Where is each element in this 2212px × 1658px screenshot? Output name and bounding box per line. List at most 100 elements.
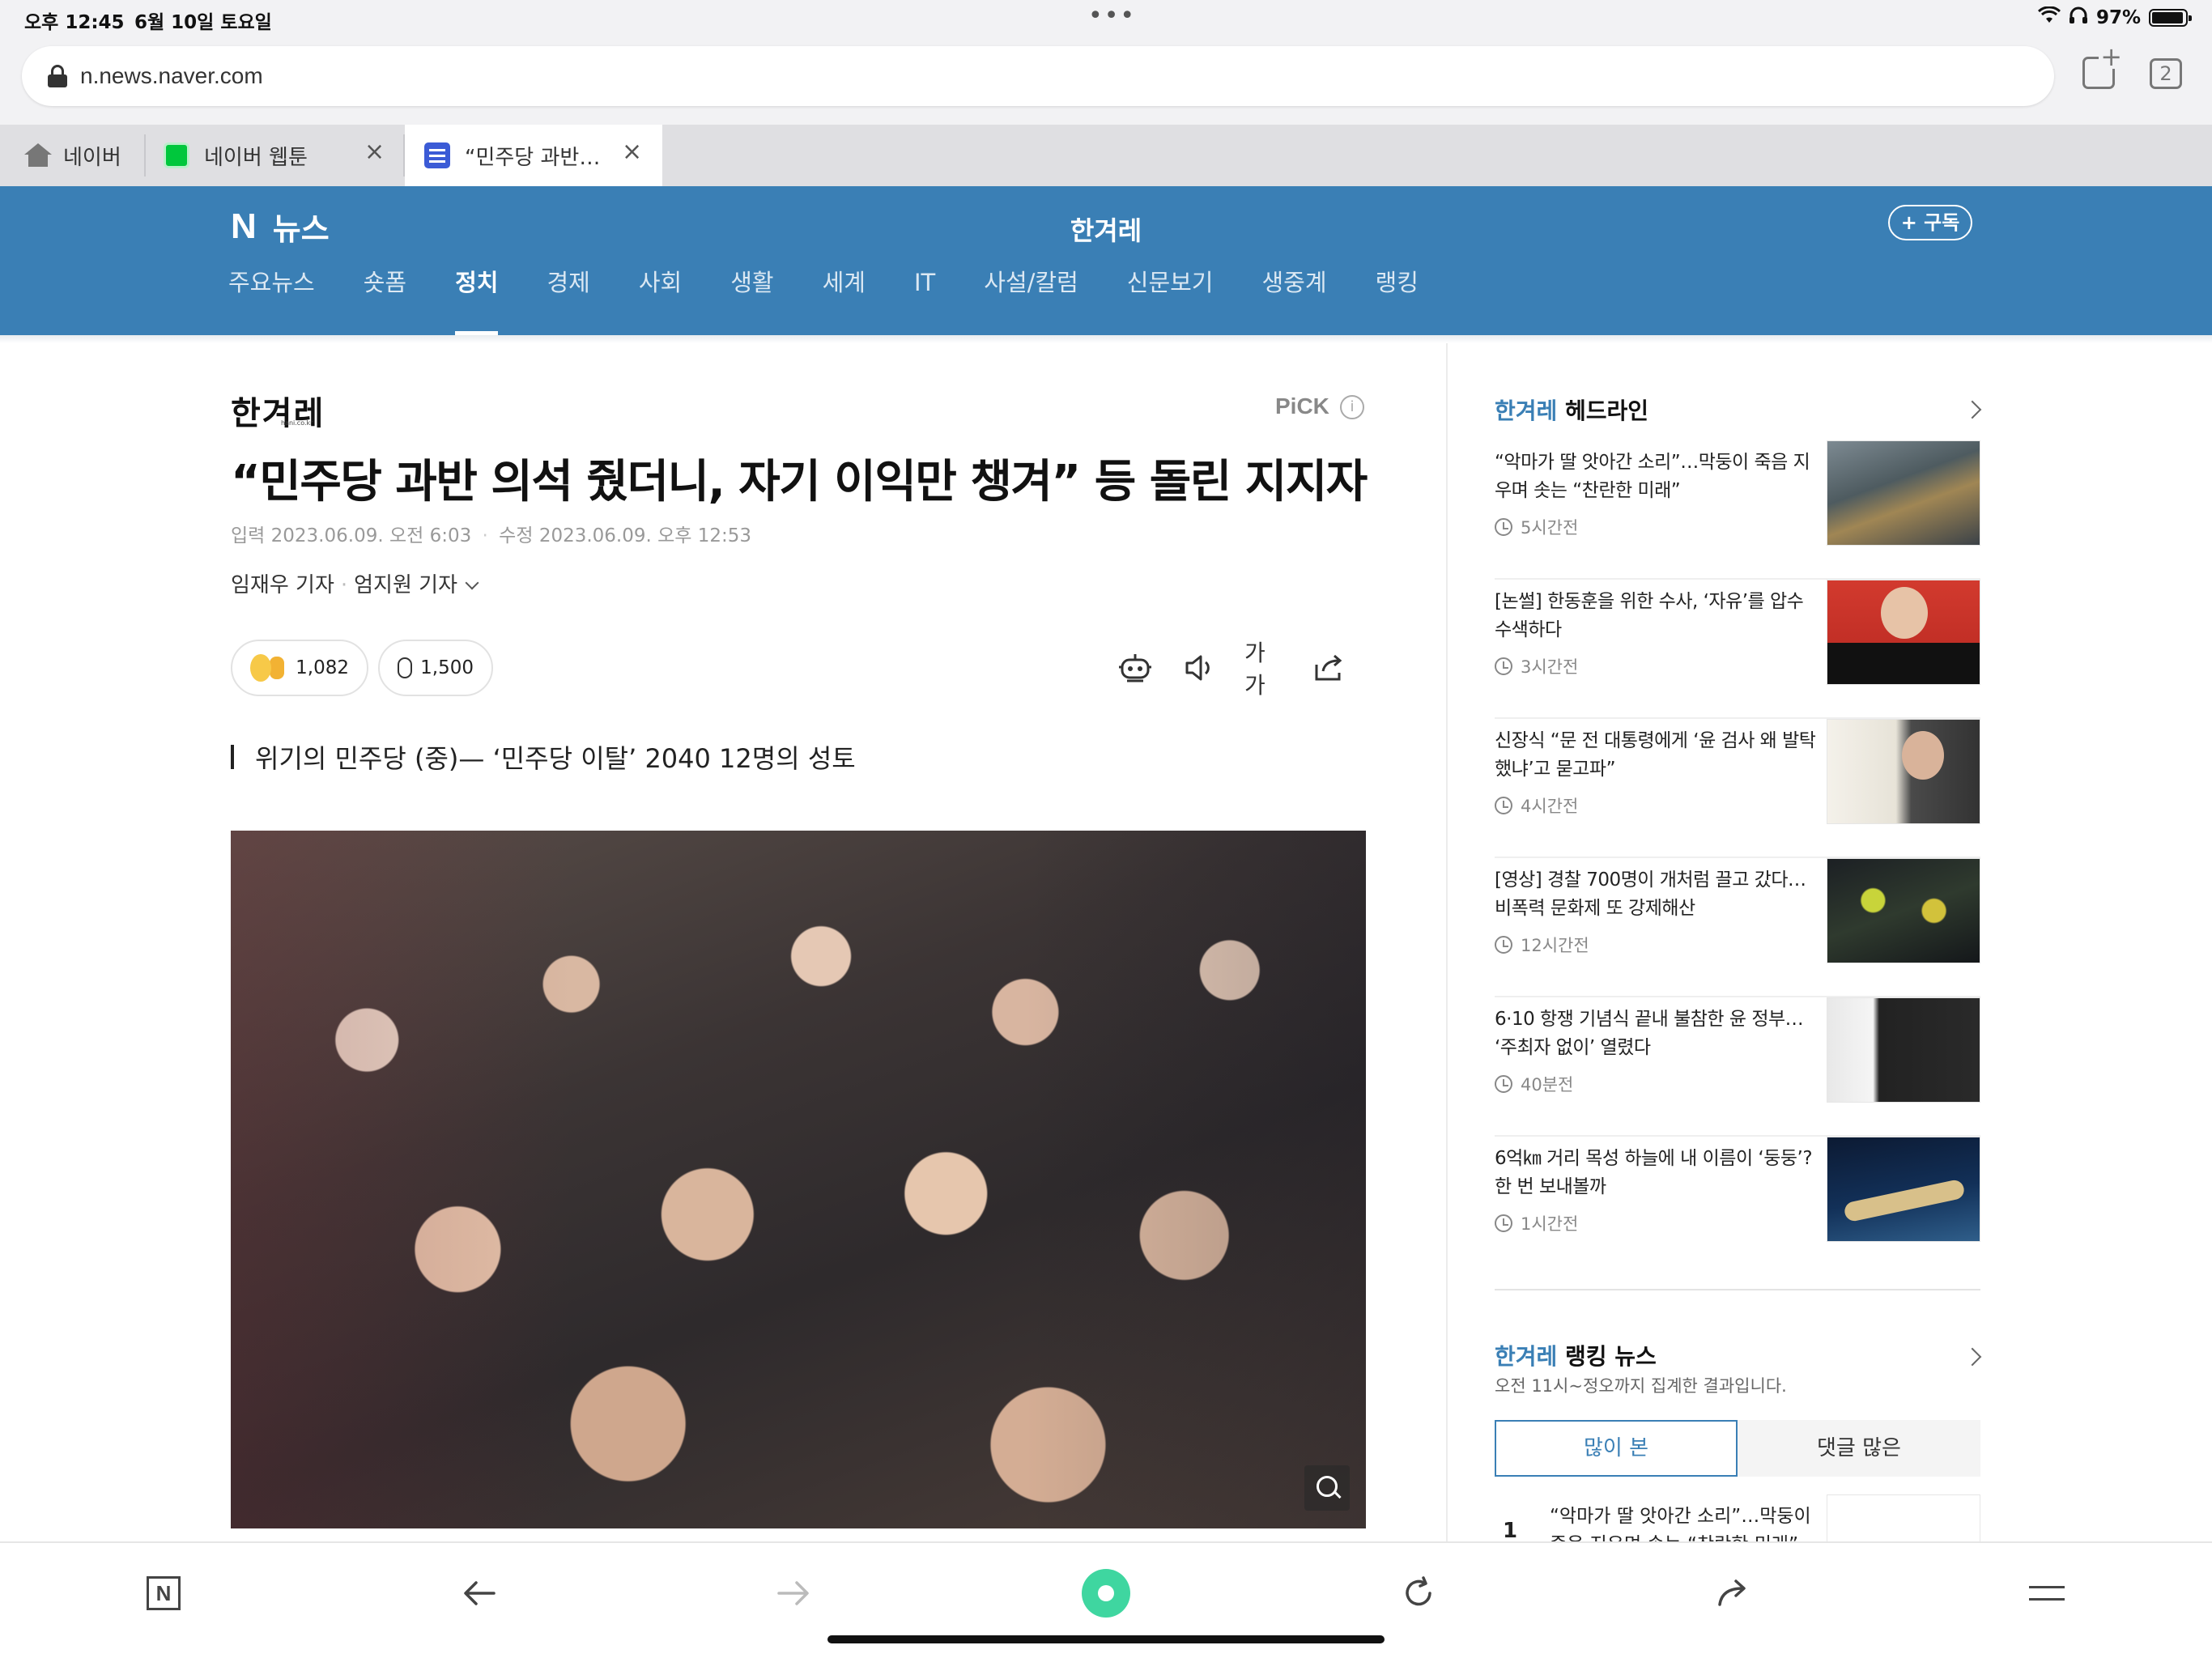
address-bar: n.news.naver.com + 2 <box>0 40 2212 125</box>
headline-item[interactable]: [논썰] 한동훈을 위한 수사, ‘자유’를 압수수색하다 3시간전 <box>1495 580 1980 719</box>
headlines-heading[interactable]: 한겨레 헤드라인 <box>1495 393 1648 426</box>
headline-thumbnail <box>1827 580 1980 685</box>
status-time: 오후 12:45 <box>24 12 125 33</box>
nav-item-world[interactable]: 세계 <box>823 261 866 335</box>
tab-most-viewed[interactable]: 많이 본 <box>1495 1420 1738 1477</box>
nav-item-it[interactable]: IT <box>914 261 935 335</box>
comment-button[interactable]: 1,500 <box>378 640 493 696</box>
green-dot-button[interactable] <box>1082 1569 1130 1618</box>
close-tab-icon[interactable]: × <box>364 138 385 166</box>
headphones-icon <box>2069 6 2088 29</box>
press-name[interactable]: 한겨레 <box>0 210 2212 248</box>
clock-icon <box>1495 1075 1512 1093</box>
home-indicator[interactable] <box>827 1635 1385 1643</box>
published-label: 입력 <box>231 525 266 546</box>
headline-item[interactable]: [영상] 경찰 700명이 개처럼 끌고 갔다… 비폭력 문화제 또 강제해산 … <box>1495 858 1980 997</box>
ranking-heading[interactable]: 한겨레 랭킹 뉴스 <box>1495 1339 1657 1371</box>
chevron-right-icon[interactable] <box>1963 1347 1982 1367</box>
headline-thumbnail <box>1827 719 1980 824</box>
comment-count: 1,500 <box>420 657 474 678</box>
headline-item[interactable]: “악마가 딸 앗아간 소리”…막둥이 죽음 지우며 솟는 “찬란한 미래” 5시… <box>1495 440 1980 580</box>
pick-badge: PiCK <box>1275 393 1329 419</box>
status-date: 6월 10일 토요일 <box>134 12 272 33</box>
article-headline: “민주당 과반 의석 줬더니, 자기 이익만 챙겨” 등 돌린 지지자 <box>231 456 1368 508</box>
chevron-right-icon[interactable] <box>1963 400 1982 419</box>
reporters[interactable]: 임재우 기자 · 엄지원 기자 <box>231 568 479 598</box>
nav-item-society[interactable]: 사회 <box>639 261 682 335</box>
sidebar-divider <box>1495 1289 1980 1290</box>
headline-title: 6억㎞ 거리 목성 하늘에 내 이름이 ‘둥둥’? 한 번 보내볼까 <box>1495 1148 1813 1197</box>
nav-item-life[interactable]: 생활 <box>730 261 773 335</box>
nav-item-ranking[interactable]: 랭킹 <box>1376 261 1419 335</box>
naver-home-button[interactable]: N <box>139 1569 188 1618</box>
info-icon[interactable]: i <box>1340 395 1364 419</box>
header-shadow <box>0 335 2212 343</box>
article-icon <box>424 142 450 168</box>
tab-most-commented[interactable]: 댓글 많은 <box>1738 1420 1980 1477</box>
headline-title: 신장식 “문 전 대통령에게 ‘윤 검사 왜 발탁했냐’고 묻고파” <box>1495 730 1816 780</box>
tab-label: “민주당 과반… <box>465 145 601 170</box>
status-indicators: 97% <box>2037 6 2192 29</box>
nav-item-shortform[interactable]: 숏폼 <box>364 261 406 335</box>
reload-icon[interactable] <box>1394 1569 1443 1618</box>
press-logo[interactable]: 한겨레 <box>231 387 325 434</box>
headline-title: [영상] 경찰 700명이 개처럼 끌고 갔다… 비폭력 문화제 또 강제해산 <box>1495 869 1806 919</box>
press-logo-sub: hani.co.kr <box>281 419 313 427</box>
speaker-icon[interactable] <box>1180 648 1220 688</box>
nav-item-live[interactable]: 생중계 <box>1262 261 1327 335</box>
modified-label: 수정 <box>499 525 534 546</box>
nav-item-opinion[interactable]: 사설/칼럼 <box>984 261 1078 335</box>
new-tab-icon[interactable]: + <box>2082 44 2124 89</box>
wifi-icon <box>2037 6 2061 29</box>
forward-arrow-icon[interactable] <box>769 1569 818 1618</box>
emoji-icon <box>250 654 271 682</box>
article-dates: 입력 2023.06.09. 오전 6:03 · 수정 2023.06.09. … <box>231 525 752 546</box>
close-tab-icon[interactable]: × <box>622 138 642 166</box>
tab-article[interactable]: “민주당 과반… × <box>405 125 662 186</box>
column-divider <box>1446 343 1448 1541</box>
headline-thumbnail <box>1827 440 1980 546</box>
font-size-icon[interactable]: 가가 <box>1244 640 1285 699</box>
headline-item[interactable]: 6·10 항쟁 기념식 끝내 불참한 윤 정부… ‘주최자 없이’ 열렸다 40… <box>1495 997 1980 1137</box>
thumbnail-face <box>1902 731 1944 780</box>
reporter-name[interactable]: 임재우 기자 <box>231 573 334 597</box>
webtoon-icon <box>164 142 189 168</box>
reaction-count: 1,082 <box>296 657 349 678</box>
nav-item-newspaper[interactable]: 신문보기 <box>1127 261 1214 335</box>
headline-item[interactable]: 6억㎞ 거리 목성 하늘에 내 이름이 ‘둥둥’? 한 번 보내볼까 1시간전 <box>1495 1137 1980 1276</box>
nav-item-economy[interactable]: 경제 <box>547 261 589 335</box>
url-field[interactable]: n.news.naver.com <box>22 46 2054 106</box>
summary-bot-icon[interactable] <box>1115 648 1155 688</box>
reaction-button[interactable]: 1,082 <box>231 640 368 696</box>
reporter-name[interactable]: 엄지원 기자 <box>354 573 457 597</box>
status-bar: 오후 12:45 6월 10일 토요일 ••• 97% <box>0 0 2212 40</box>
nav-item-politics[interactable]: 정치 <box>455 261 499 335</box>
tab-count-button[interactable]: 2 <box>2150 58 2182 89</box>
multitasking-dots-icon[interactable]: ••• <box>1088 2 1136 30</box>
headline-time: 1시간전 <box>1495 1211 1578 1235</box>
headline-item[interactable]: 신장식 “문 전 대통령에게 ‘윤 검사 왜 발탁했냐’고 묻고파” 4시간전 <box>1495 719 1980 858</box>
chevron-down-icon[interactable] <box>465 576 479 590</box>
zoom-icon[interactable] <box>1304 1465 1350 1511</box>
share-icon[interactable] <box>1309 648 1350 688</box>
headline-thumbnail <box>1827 858 1980 963</box>
share-arrow-icon[interactable] <box>1708 1569 1757 1618</box>
back-arrow-icon[interactable] <box>455 1569 504 1618</box>
nav-item-main[interactable]: 주요뉴스 <box>228 261 315 335</box>
headline-time: 3시간전 <box>1495 654 1578 678</box>
lock-icon <box>48 65 67 87</box>
clock-icon <box>1495 797 1512 814</box>
tab-strip: 네이버 네이버 웹툰 × “민주당 과반… × <box>0 125 2212 186</box>
tab-label: 네이버 <box>63 145 121 170</box>
news-header: N 뉴스 한겨레 + 구독 주요뉴스 숏폼 정치 경제 사회 생활 세계 IT … <box>0 186 2212 335</box>
ranking-tabs: 많이 본 댓글 많은 <box>1495 1420 1980 1477</box>
clock-icon <box>1495 936 1512 954</box>
tab-webtoon[interactable]: 네이버 웹툰 × <box>146 125 405 186</box>
tab-naver[interactable]: 네이버 <box>0 125 146 186</box>
clock-icon <box>1495 1214 1512 1232</box>
menu-icon[interactable] <box>2023 1569 2071 1618</box>
headline-time: 40분전 <box>1495 1072 1573 1096</box>
subscribe-button[interactable]: + 구독 <box>1888 205 1972 240</box>
headline-time: 5시간전 <box>1495 515 1578 539</box>
article-photo[interactable] <box>231 831 1366 1528</box>
